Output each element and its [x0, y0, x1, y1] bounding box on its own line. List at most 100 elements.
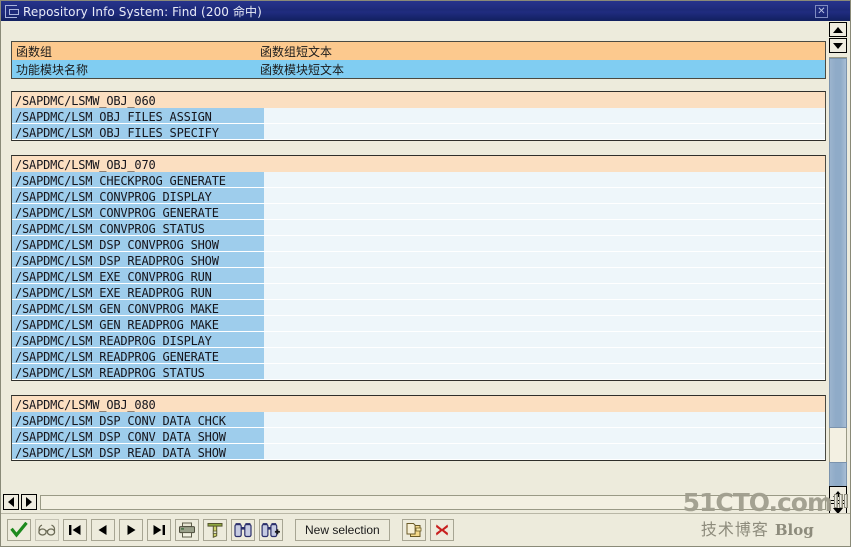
function-group-row[interactable]: /SAPDMC/LSMW_OBJ_060 [12, 92, 825, 108]
function-module-row[interactable]: /SAPDMC/LSM_EXE_CONVPROG_RUN [12, 268, 825, 284]
bottom-toolbar: New selection [1, 513, 850, 546]
column-header-box: 函数组 函数组短文本 功能模块名称 函数模块短文本 [11, 41, 826, 79]
function-module-row[interactable]: /SAPDMC/LSM_READPROG_GENERATE [12, 348, 825, 364]
function-module-name: /SAPDMC/LSM_DSP_CONV_DATA_CHCK [15, 414, 226, 428]
first-page-button[interactable] [63, 519, 87, 541]
row-separator [12, 331, 825, 332]
function-module-name: /SAPDMC/LSM_OBJ_FILES_SPECIFY [15, 126, 219, 140]
header-function-group: 函数组 [16, 45, 53, 59]
row-separator [12, 315, 825, 316]
function-module-row[interactable]: /SAPDMC/LSM_EXE_READPROG_RUN [12, 284, 825, 300]
function-module-name: /SAPDMC/LSM_READPROG_GENERATE [15, 350, 219, 364]
next-page-button[interactable] [119, 519, 143, 541]
function-module-name: /SAPDMC/LSM_CHECKPROG_GENERATE [15, 174, 226, 188]
function-group-row[interactable]: /SAPDMC/LSMW_OBJ_080 [12, 396, 825, 412]
row-separator [12, 299, 825, 300]
header-function-module-name: 功能模块名称 [16, 63, 89, 77]
function-group-name: /SAPDMC/LSMW_OBJ_080 [15, 398, 156, 412]
function-module-name: /SAPDMC/LSM_CONVPROG_STATUS [15, 222, 205, 236]
horizontal-scroll-trough[interactable] [40, 495, 826, 510]
horizontal-scrollbar[interactable] [3, 494, 828, 511]
function-module-row[interactable]: /SAPDMC/LSM_DSP_CONV_DATA_SHOW [12, 428, 825, 444]
row-separator [12, 363, 825, 364]
function-module-row[interactable]: /SAPDMC/LSM_CONVPROG_GENERATE [12, 204, 825, 220]
header-function-group-text: 函数组短文本 [260, 45, 333, 59]
function-group-row[interactable]: /SAPDMC/LSMW_OBJ_070 [12, 156, 825, 172]
vertical-scroll-thumb-lower[interactable] [829, 462, 847, 489]
function-module-name: /SAPDMC/LSM_READPROG_STATUS [15, 366, 205, 380]
function-module-name: /SAPDMC/LSM_DSP_CONV_DATA_SHOW [15, 430, 226, 444]
function-module-row[interactable]: /SAPDMC/LSM_CONVPROG_DISPLAY [12, 188, 825, 204]
function-module-row[interactable]: /SAPDMC/LSM_DSP_READ_DATA_SHOW [12, 444, 825, 460]
sap-repository-info-window: Repository Info System: Find (200 命中) ✕ … [0, 0, 851, 547]
cancel-button[interactable] [429, 519, 454, 541]
display-glasses-button[interactable] [35, 519, 59, 541]
function-module-name: /SAPDMC/LSM_GEN_READPROG_MAKE [15, 318, 219, 332]
new-selection-button[interactable]: New selection [295, 519, 390, 541]
scroll-left-button[interactable] [3, 494, 19, 510]
function-module-name: /SAPDMC/LSM_DSP_READPROG_SHOW [15, 254, 219, 268]
function-module-row[interactable]: /SAPDMC/LSM_GEN_CONVPROG_MAKE [12, 300, 825, 316]
row-separator [12, 283, 825, 284]
scroll-right-button[interactable] [21, 494, 37, 510]
function-group-block: /SAPDMC/LSMW_OBJ_070/SAPDMC/LSM_CHECKPRO… [11, 155, 826, 381]
function-module-name: /SAPDMC/LSM_CONVPROG_GENERATE [15, 206, 219, 220]
function-module-row[interactable]: /SAPDMC/LSM_DSP_READPROG_SHOW [12, 252, 825, 268]
function-module-row[interactable]: /SAPDMC/LSM_DSP_CONVPROG_SHOW [12, 236, 825, 252]
function-module-row[interactable]: /SAPDMC/LSM_DSP_CONV_DATA_CHCK [12, 412, 825, 428]
scroll-down-button[interactable] [829, 38, 847, 53]
row-separator [12, 235, 825, 236]
function-module-row[interactable]: /SAPDMC/LSM_CONVPROG_STATUS [12, 220, 825, 236]
row-separator [12, 459, 825, 460]
copy-button[interactable] [401, 519, 426, 541]
row-separator [12, 379, 825, 380]
result-list-area: 函数组 函数组短文本 功能模块名称 函数模块短文本 /SAPDMC/LSMW_O… [1, 21, 828, 491]
function-group-name: /SAPDMC/LSMW_OBJ_060 [15, 94, 156, 108]
function-module-name: /SAPDMC/LSM_EXE_CONVPROG_RUN [15, 270, 212, 284]
function-group-block: /SAPDMC/LSMW_OBJ_060/SAPDMC/LSM_OBJ_FILE… [11, 91, 826, 141]
row-separator [12, 427, 825, 428]
function-module-name: /SAPDMC/LSM_EXE_READPROG_RUN [15, 286, 212, 300]
function-module-row[interactable]: /SAPDMC/LSM_READPROG_STATUS [12, 364, 825, 380]
function-module-name: /SAPDMC/LSM_GEN_CONVPROG_MAKE [15, 302, 219, 316]
function-module-name: /SAPDMC/LSM_READPROG_DISPLAY [15, 334, 212, 348]
close-icon[interactable]: ✕ [815, 5, 828, 18]
window-title: Repository Info System: Find (200 命中) [23, 4, 262, 19]
module-column-header-row: 功能模块名称 函数模块短文本 [12, 60, 825, 78]
row-separator [12, 267, 825, 268]
function-module-row[interactable]: /SAPDMC/LSM_CHECKPROG_GENERATE [12, 172, 825, 188]
group-column-header-row: 函数组 函数组短文本 [12, 42, 825, 60]
row-separator [12, 139, 825, 140]
last-page-button[interactable] [147, 519, 171, 541]
find-next-button[interactable] [259, 519, 283, 541]
vertical-scroll-thumb[interactable] [829, 58, 847, 428]
function-module-row[interactable]: /SAPDMC/LSM_READPROG_DISPLAY [12, 332, 825, 348]
function-module-name: /SAPDMC/LSM_CONVPROG_DISPLAY [15, 190, 212, 204]
title-bar: Repository Info System: Find (200 命中) [1, 1, 850, 21]
row-separator [12, 123, 825, 124]
row-separator [12, 251, 825, 252]
scroll-up-button[interactable] [829, 22, 847, 37]
function-module-row[interactable]: /SAPDMC/LSM_GEN_READPROG_MAKE [12, 316, 825, 332]
continue-check-button[interactable] [7, 519, 31, 541]
resize-gripper[interactable] [834, 494, 848, 510]
window-menu-icon[interactable] [5, 5, 19, 18]
row-separator [12, 347, 825, 348]
header-function-module-text: 函数模块短文本 [260, 63, 345, 77]
print-button[interactable] [175, 519, 199, 541]
vertical-scrollbar[interactable] [827, 21, 849, 518]
filter-button[interactable] [203, 519, 227, 541]
function-group-block: /SAPDMC/LSMW_OBJ_080/SAPDMC/LSM_DSP_CONV… [11, 395, 826, 461]
find-button[interactable] [231, 519, 255, 541]
function-group-name: /SAPDMC/LSMW_OBJ_070 [15, 158, 156, 172]
row-separator [12, 443, 825, 444]
function-module-name: /SAPDMC/LSM_DSP_CONVPROG_SHOW [15, 238, 219, 252]
function-module-row[interactable]: /SAPDMC/LSM_OBJ_FILES_ASSIGN [12, 108, 825, 124]
function-module-name: /SAPDMC/LSM_OBJ_FILES_ASSIGN [15, 110, 212, 124]
row-separator [12, 203, 825, 204]
row-separator [12, 219, 825, 220]
previous-page-button[interactable] [91, 519, 115, 541]
row-separator [12, 187, 825, 188]
function-module-row[interactable]: /SAPDMC/LSM_OBJ_FILES_SPECIFY [12, 124, 825, 140]
function-module-name: /SAPDMC/LSM_DSP_READ_DATA_SHOW [15, 446, 226, 460]
